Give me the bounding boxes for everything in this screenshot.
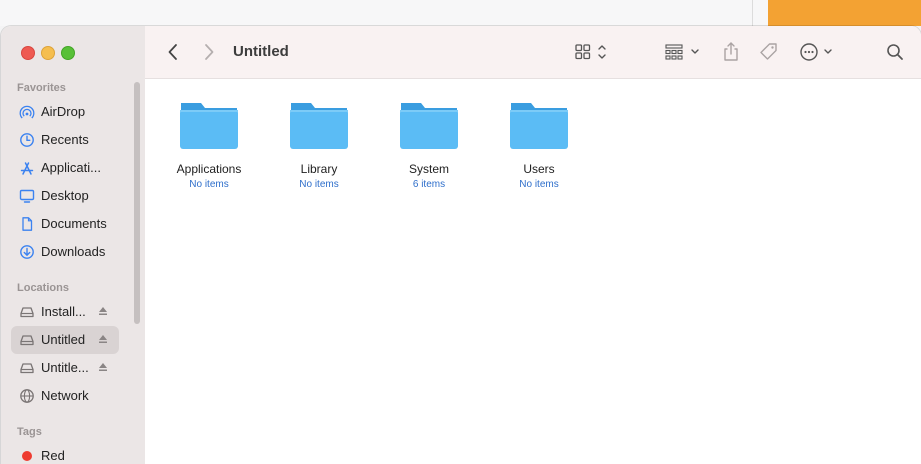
sidebar-header-locations: Locations bbox=[17, 282, 69, 294]
sidebar-item-red-tag[interactable]: Red bbox=[11, 442, 119, 464]
window-title: Untitled bbox=[233, 43, 289, 60]
folder-icon bbox=[290, 103, 348, 149]
network-icon bbox=[20, 389, 34, 403]
item-name: Users bbox=[523, 162, 555, 176]
eject-icon[interactable] bbox=[98, 362, 108, 372]
sidebar-item-downloads[interactable]: Downloads bbox=[11, 238, 119, 266]
eject-icon[interactable] bbox=[98, 334, 108, 344]
grid-view-icon[interactable] bbox=[575, 40, 615, 64]
item-meta: No items bbox=[519, 179, 559, 190]
sidebar-item-documents[interactable]: Documents bbox=[11, 210, 119, 238]
airdrop-icon bbox=[19, 105, 35, 119]
sidebar-item-label: Red bbox=[41, 448, 65, 463]
sidebar-item-label: Recents bbox=[41, 132, 89, 147]
sidebar-item-applications[interactable]: Applicati... bbox=[11, 154, 119, 182]
sidebar-item-untitled[interactable]: Untitled bbox=[11, 326, 119, 354]
sidebar-item-recents[interactable]: Recents bbox=[11, 126, 119, 154]
ellipsis-circle-icon[interactable] bbox=[799, 40, 837, 64]
share-icon[interactable] bbox=[721, 40, 741, 64]
sidebar-item-label: Untitle... bbox=[41, 360, 89, 375]
search-icon[interactable] bbox=[885, 40, 905, 64]
sidebar-item-label: Documents bbox=[41, 216, 107, 231]
minimize-button[interactable] bbox=[41, 46, 55, 60]
folder-item-applications[interactable]: Applications No items bbox=[159, 99, 259, 190]
sidebar-item-label: Untitled bbox=[41, 332, 86, 347]
file-browser: Applications No items Library No items S… bbox=[145, 79, 921, 464]
sidebar: Favorites AirDrop Recents Applicati... D… bbox=[1, 26, 145, 464]
sidebar-item-airdrop[interactable]: AirDrop bbox=[11, 98, 119, 126]
download-icon bbox=[20, 245, 34, 259]
folder-icon bbox=[400, 103, 458, 149]
sidebar-item-network[interactable]: Network bbox=[11, 382, 119, 410]
desktop-divider bbox=[752, 0, 753, 26]
drive-icon bbox=[20, 335, 34, 346]
chevron-right-icon[interactable] bbox=[201, 40, 217, 64]
item-meta: 6 items bbox=[412, 179, 446, 190]
sidebar-header-favorites: Favorites bbox=[17, 82, 66, 94]
folder-item-users[interactable]: Users No items bbox=[489, 99, 589, 190]
sidebar-item-install[interactable]: Install... bbox=[11, 298, 119, 326]
folder-icon bbox=[510, 103, 568, 149]
item-name: Library bbox=[300, 162, 338, 176]
item-meta: No items bbox=[189, 179, 229, 190]
close-button[interactable] bbox=[21, 46, 35, 60]
folder-icon bbox=[180, 103, 238, 149]
sidebar-item-label: Downloads bbox=[41, 244, 106, 259]
group-by-icon[interactable] bbox=[665, 40, 703, 64]
sidebar-item-label: Desktop bbox=[41, 188, 89, 203]
sidebar-header-tags: Tags bbox=[17, 426, 42, 438]
drive-icon bbox=[20, 363, 34, 374]
eject-icon[interactable] bbox=[98, 306, 108, 316]
sidebar-item-untitled-2[interactable]: Untitle... bbox=[11, 354, 119, 382]
document-icon bbox=[22, 217, 33, 231]
desktop-window-edge bbox=[768, 0, 921, 26]
sidebar-item-label: Install... bbox=[41, 304, 86, 319]
chevron-left-icon[interactable] bbox=[165, 40, 181, 64]
folder-item-library[interactable]: Library No items bbox=[269, 99, 369, 190]
sidebar-item-label: Applicati... bbox=[41, 160, 101, 175]
zoom-button[interactable] bbox=[61, 46, 75, 60]
sidebar-item-desktop[interactable]: Desktop bbox=[11, 182, 119, 210]
item-name: Applications bbox=[176, 162, 242, 176]
item-meta: No items bbox=[299, 179, 339, 190]
clock-icon bbox=[20, 133, 34, 147]
toolbar: Untitled bbox=[145, 26, 921, 79]
desktop-icon bbox=[19, 189, 35, 203]
red-tag-dot bbox=[22, 451, 32, 461]
tag-icon[interactable] bbox=[758, 40, 780, 64]
finder-window: Favorites AirDrop Recents Applicati... D… bbox=[1, 26, 921, 464]
applications-icon bbox=[20, 162, 34, 175]
item-name: System bbox=[408, 162, 449, 176]
sidebar-item-label: AirDrop bbox=[41, 104, 86, 119]
folder-item-system[interactable]: System 6 items bbox=[379, 99, 479, 190]
sidebar-scrollbar[interactable] bbox=[134, 82, 140, 324]
sidebar-item-label: Network bbox=[41, 388, 89, 403]
drive-icon bbox=[20, 307, 34, 318]
